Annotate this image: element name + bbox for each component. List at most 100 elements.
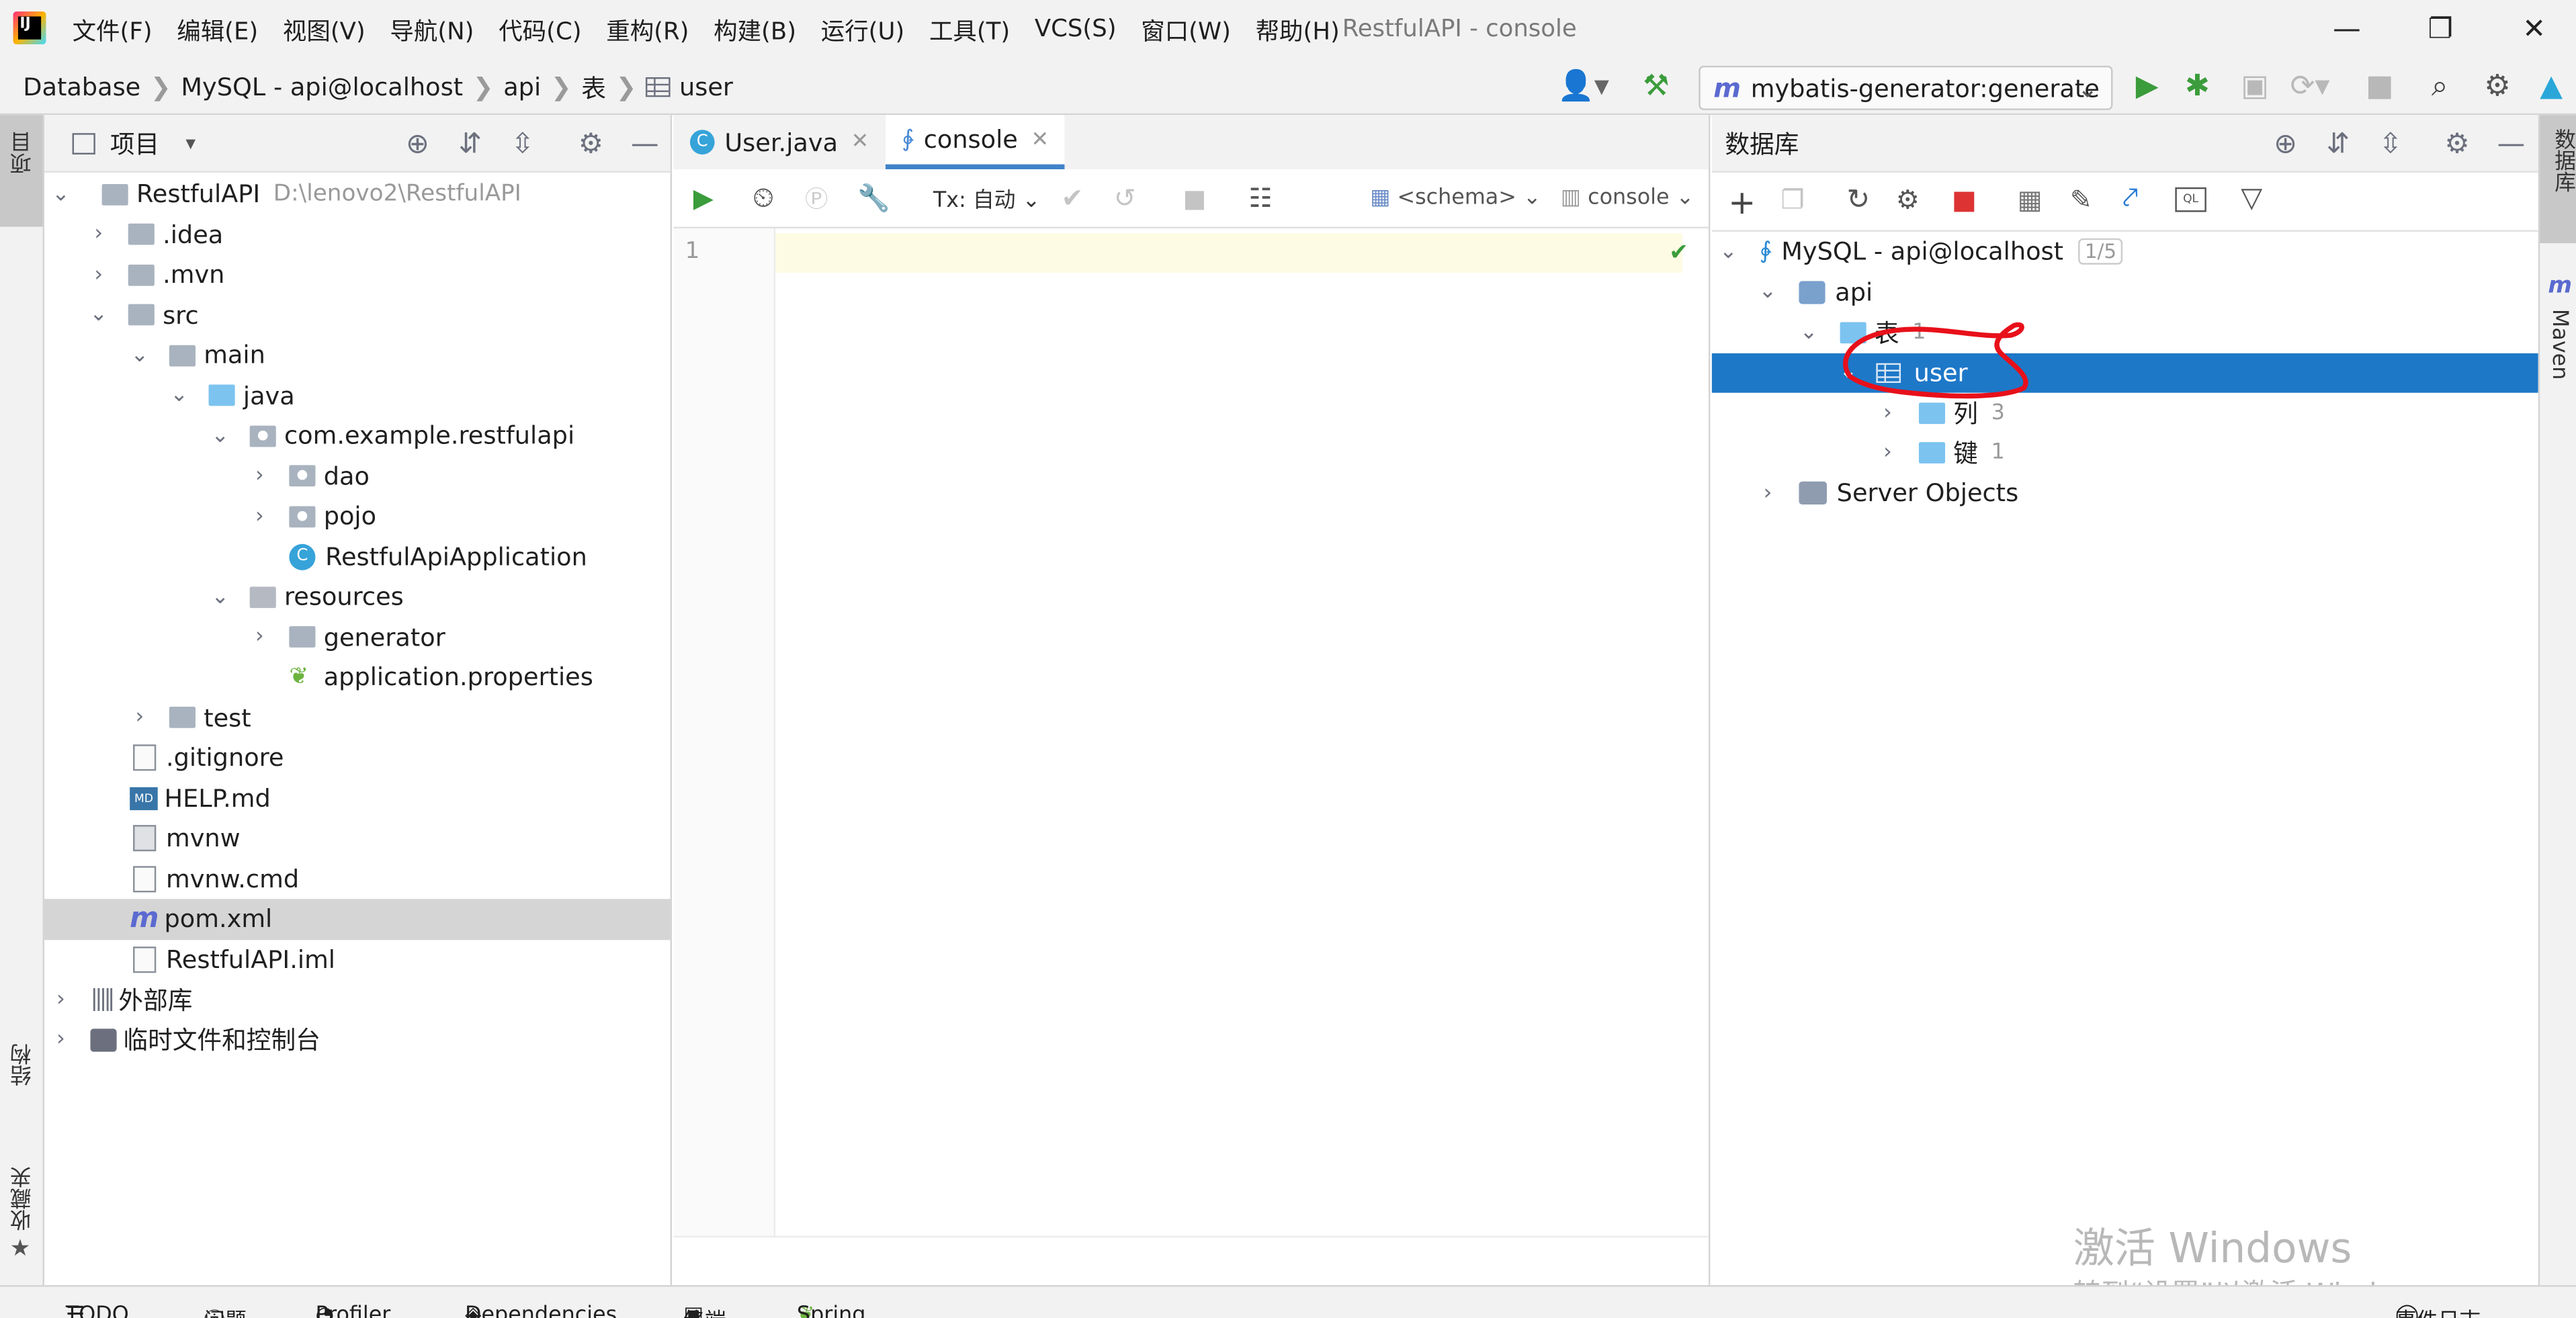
chevron-down-icon[interactable]: ⌄ xyxy=(128,343,151,368)
tree-item-pom-xml[interactable]: m pom.xml xyxy=(44,899,671,940)
collapse-all-icon[interactable]: ⇳ xyxy=(511,128,534,161)
coverage-icon[interactable]: ▣ xyxy=(2241,69,2269,103)
run-configuration-select[interactable]: m mybatis-generator:generate ⌄ xyxy=(1699,65,2113,110)
build-hammer-icon[interactable]: ⚒ xyxy=(1643,69,1669,103)
stop-icon[interactable]: ■ xyxy=(1183,183,1207,213)
chevron-right-icon[interactable]: › xyxy=(87,263,110,288)
collapse-all-icon[interactable]: ⇳ xyxy=(2379,128,2403,161)
breadcrumb-database[interactable]: Database xyxy=(23,73,140,102)
menu-vcs[interactable]: VCS(S) xyxy=(1035,16,1117,42)
hide-icon[interactable]: — xyxy=(631,128,659,161)
locate-icon[interactable]: ⊕ xyxy=(2274,128,2297,161)
schema-sync-icon[interactable]: ⚙ xyxy=(1896,184,1920,215)
locate-icon[interactable]: ⊕ xyxy=(406,128,429,161)
menu-code[interactable]: 代码(C) xyxy=(499,12,581,46)
chevron-down-icon[interactable]: ⌄ xyxy=(87,303,110,328)
disconnect-icon[interactable]: ■ xyxy=(1952,184,1977,215)
profile-icon[interactable]: ⟳▾ xyxy=(2290,69,2330,103)
current-line-highlight[interactable] xyxy=(775,233,1682,273)
chevron-down-icon[interactable]: ⌄ xyxy=(209,584,232,609)
debug-icon[interactable]: ✱ xyxy=(2185,69,2210,103)
tx-mode-select[interactable]: Tx: 自动 ⌄ xyxy=(933,183,1040,214)
chevron-right-icon[interactable]: › xyxy=(1876,441,1899,466)
schema-select[interactable]: ▦ <schema> ⌄ xyxy=(1370,185,1541,210)
db-tree-keys[interactable]: › 键 1 xyxy=(1712,433,2538,474)
tree-item-idea[interactable]: › .idea xyxy=(44,214,671,255)
expand-all-icon[interactable]: ⇵ xyxy=(2326,128,2350,161)
tree-item-application-properties[interactable]: ❦ application.properties xyxy=(44,658,671,698)
menu-build[interactable]: 构建(B) xyxy=(714,12,796,46)
edit-icon[interactable]: ✎ xyxy=(2070,184,2092,215)
filter-icon[interactable]: ▽ xyxy=(2241,183,2262,216)
settings-gear-icon[interactable]: ⚙ xyxy=(2484,69,2510,103)
intellij-logo-icon[interactable]: IJ xyxy=(13,11,46,45)
duplicate-icon[interactable]: ❐ xyxy=(1781,184,1805,215)
run-icon[interactable]: ▶ xyxy=(2136,69,2159,103)
refresh-icon[interactable]: ↻ xyxy=(1846,184,1870,217)
db-tree-server-objects[interactable]: › Server Objects xyxy=(1712,474,2538,514)
tree-item-test[interactable]: › test xyxy=(44,697,671,738)
menu-view[interactable]: 视图(V) xyxy=(283,12,366,46)
minimize-button[interactable]: — xyxy=(2300,0,2393,59)
project-tool-button[interactable]: 项目 xyxy=(0,115,43,227)
plugin-icon[interactable]: ▲ xyxy=(2540,69,2563,103)
explain-plan-icon[interactable]: Ⓟ xyxy=(805,181,828,214)
chevron-down-icon[interactable]: ▾ xyxy=(185,132,196,155)
menu-window[interactable]: 窗口(W) xyxy=(1141,12,1231,46)
database-tool-button[interactable]: 数据库 xyxy=(2540,115,2576,244)
chevron-right-icon[interactable]: › xyxy=(87,222,110,247)
commit-icon[interactable]: ✔ xyxy=(1062,183,1084,214)
chevron-down-icon[interactable]: ⌄ xyxy=(1797,320,1820,345)
tree-item-generator[interactable]: › generator xyxy=(44,617,671,658)
code-editor[interactable] xyxy=(775,273,1709,1236)
project-view-title[interactable]: 项目 xyxy=(110,126,159,160)
chevron-down-icon[interactable]: ⌄ xyxy=(1717,240,1740,265)
tab-user-java[interactable]: C User.java ✕ xyxy=(674,115,886,169)
structure-tool-button[interactable]: 结构 xyxy=(8,1043,39,1086)
tree-item-mvnw-cmd[interactable]: mvnw.cmd xyxy=(44,859,671,899)
breadcrumb-table[interactable]: user xyxy=(679,73,733,102)
schema-count-badge[interactable]: 1/5 xyxy=(2078,238,2123,265)
menu-tools[interactable]: 工具(T) xyxy=(929,12,1010,46)
chevron-down-icon[interactable]: ⌄ xyxy=(209,424,232,449)
tree-item-java[interactable]: ⌄ java xyxy=(44,376,671,416)
user-icon[interactable]: 👤▾ xyxy=(1557,69,1609,103)
db-tree-schema-api[interactable]: ⌄ api xyxy=(1712,272,2538,312)
tree-item-mvnw[interactable]: mvnw xyxy=(44,818,671,859)
tree-item-pojo[interactable]: › pojo xyxy=(44,496,671,537)
chevron-down-icon[interactable]: ⌄ xyxy=(49,182,72,207)
tree-item-package[interactable]: ⌄ com.example.restfulapi xyxy=(44,416,671,456)
chevron-right-icon[interactable]: › xyxy=(49,987,72,1012)
tree-item-dao[interactable]: › dao xyxy=(44,456,671,496)
gear-icon[interactable]: ⚙ xyxy=(578,128,603,161)
close-window-button[interactable]: ✕ xyxy=(2487,0,2576,59)
chevron-right-icon[interactable]: › xyxy=(1756,481,1779,506)
rollback-icon[interactable]: ↺ xyxy=(1114,183,1136,214)
db-tree-connection[interactable]: ⌄ ∳ MySQL - api@localhost 1/5 xyxy=(1712,232,2538,272)
gear-icon[interactable]: ⚙ xyxy=(2444,128,2469,161)
menu-file[interactable]: 文件(F) xyxy=(73,12,153,46)
hide-icon[interactable]: — xyxy=(2497,128,2526,161)
menu-run[interactable]: 运行(U) xyxy=(821,12,905,46)
tree-item-help-md[interactable]: MD HELP.md xyxy=(44,778,671,818)
expand-all-icon[interactable]: ⇵ xyxy=(458,128,482,161)
close-tab-icon[interactable]: ✕ xyxy=(851,130,869,155)
menu-edit[interactable]: 编辑(E) xyxy=(177,12,258,46)
favorites-tool-button[interactable]: 收藏夹 xyxy=(8,1167,39,1231)
menu-refactor[interactable]: 重构(R) xyxy=(606,12,689,46)
session-select[interactable]: ▥ console ⌄ xyxy=(1561,185,1694,210)
stop-icon[interactable]: ■ xyxy=(2366,69,2394,103)
tree-item-iml[interactable]: RestfulAPI.iml xyxy=(44,939,671,979)
chevron-down-icon[interactable]: ⌄ xyxy=(1756,279,1779,304)
history-icon[interactable]: ⏲ xyxy=(753,181,774,214)
output-table-icon[interactable]: ☷ xyxy=(1248,183,1272,214)
tree-item-application-class[interactable]: C RestfulApiApplication xyxy=(44,537,671,577)
add-icon[interactable]: + xyxy=(1728,183,1756,222)
tab-console[interactable]: ∳ console ✕ xyxy=(885,115,1066,169)
query-console-icon[interactable]: QL xyxy=(2175,187,2206,212)
table-editor-icon[interactable]: ▦ xyxy=(2018,184,2043,215)
tree-item-external-libraries[interactable]: › |||‖ 外部库 xyxy=(44,979,671,1020)
chevron-right-icon[interactable]: › xyxy=(248,504,271,529)
execute-icon[interactable]: ▶ xyxy=(693,183,714,214)
search-icon[interactable]: ⌕ xyxy=(2432,69,2448,103)
